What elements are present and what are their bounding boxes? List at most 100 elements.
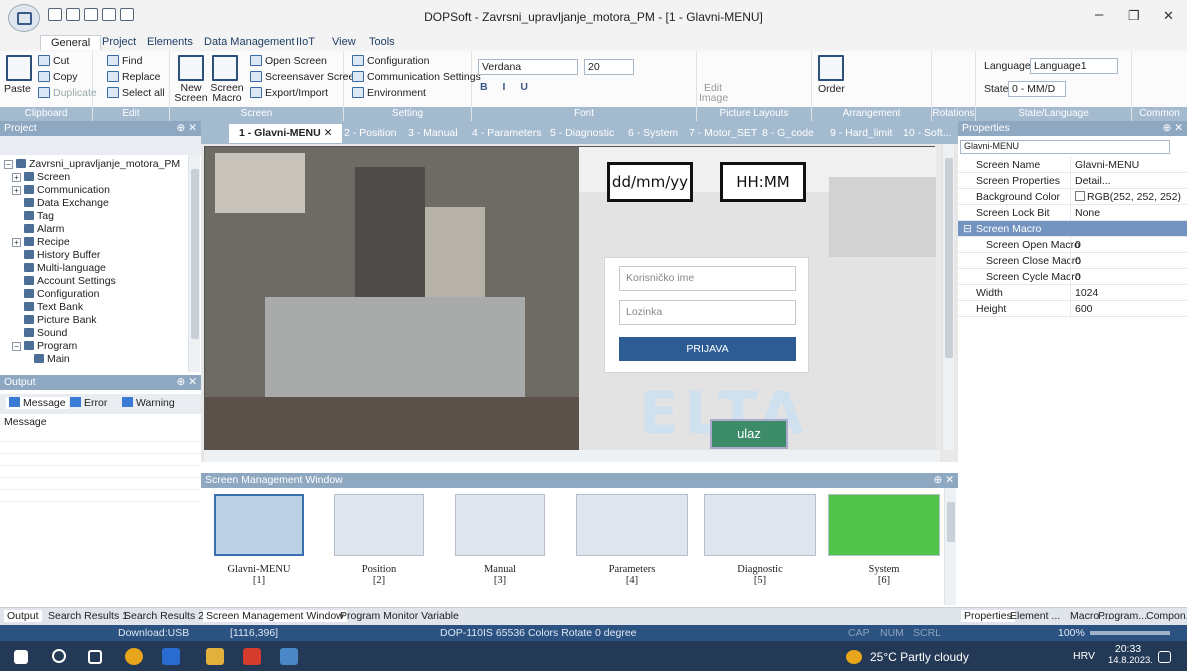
duplicate-button[interactable]: Duplicate bbox=[38, 87, 97, 99]
login-button[interactable]: PRIJAVA bbox=[619, 337, 796, 361]
property-row[interactable]: Background Color RGB(252, 252, 252) bbox=[958, 189, 1187, 205]
tree-item-alarm[interactable]: Alarm bbox=[24, 223, 64, 235]
close-button[interactable]: ✕ bbox=[1163, 8, 1174, 24]
tab-elements[interactable]: Elements bbox=[142, 35, 198, 49]
tab-view[interactable]: View bbox=[327, 35, 361, 49]
tab-properties[interactable]: Properties bbox=[961, 610, 1015, 622]
tab-general[interactable]: General bbox=[40, 35, 102, 50]
tab-parameters[interactable]: 4 - Parameters bbox=[467, 124, 546, 143]
state-select[interactable]: 0 - MM/D bbox=[1008, 81, 1066, 97]
canvas-vscroll[interactable] bbox=[942, 144, 954, 450]
tab-hard-limit[interactable]: 9 - Hard_limit bbox=[825, 124, 897, 143]
output-panel-controls[interactable]: ⊕ ✕ bbox=[176, 375, 197, 390]
dopsoft-taskbar-icon[interactable] bbox=[280, 648, 298, 665]
edit-image-button[interactable]: Edit Image bbox=[699, 83, 728, 104]
tab-g-code[interactable]: 8 - G_code bbox=[757, 124, 819, 143]
property-row[interactable]: Screen Name Glavni-MENU bbox=[958, 157, 1187, 173]
property-row[interactable]: Screen Open Macro 0 bbox=[958, 237, 1187, 253]
properties-controls[interactable]: ⊕ ✕ bbox=[1162, 121, 1183, 136]
search-icon[interactable] bbox=[52, 649, 66, 663]
property-row[interactable]: Screen Lock Bit None bbox=[958, 205, 1187, 221]
tree-item-tag[interactable]: Tag bbox=[24, 210, 54, 222]
order-icon[interactable] bbox=[818, 55, 844, 81]
tree-item-picture-bank[interactable]: Picture Bank bbox=[24, 314, 97, 326]
tree-item-recipe[interactable]: + Recipe bbox=[12, 236, 70, 248]
property-value[interactable]: 0 bbox=[1070, 269, 1187, 285]
select-all-button[interactable]: Select all bbox=[107, 87, 165, 99]
tab-position[interactable]: 2 - Position bbox=[339, 124, 402, 143]
environment-button[interactable]: Environment bbox=[352, 87, 426, 99]
object-select[interactable]: Glavni-MENU bbox=[960, 140, 1170, 154]
screen-macro-button[interactable]: Screen Macro bbox=[210, 83, 244, 104]
tab-soft-limit[interactable]: 10 - Soft... bbox=[898, 124, 956, 143]
tab-output[interactable]: Output bbox=[4, 610, 42, 622]
new-screen-button[interactable]: New Screen bbox=[174, 83, 208, 104]
warning-filter[interactable]: Warning bbox=[122, 397, 175, 409]
communication-settings-button[interactable]: Communication Settings bbox=[352, 71, 481, 83]
password-field[interactable]: Lozinka bbox=[619, 300, 796, 325]
property-value[interactable]: Detail... bbox=[1070, 173, 1187, 189]
tab-component[interactable]: Compon... bbox=[1146, 610, 1187, 622]
smw-controls[interactable]: ⊕ ✕ bbox=[933, 473, 954, 488]
tab-tools[interactable]: Tools bbox=[364, 35, 400, 49]
canvas-hscroll[interactable] bbox=[205, 450, 940, 462]
cnc-machine-photo[interactable] bbox=[205, 147, 579, 451]
font-family-select[interactable]: Verdana bbox=[478, 59, 578, 75]
minimize-button[interactable]: – bbox=[1095, 6, 1103, 23]
configuration-button[interactable]: Configuration bbox=[352, 55, 429, 67]
property-value[interactable]: 0 bbox=[1070, 237, 1187, 253]
property-row[interactable]: Width 1024 bbox=[958, 285, 1187, 301]
tab-manual[interactable]: 3 - Manual bbox=[403, 124, 463, 143]
open-screen-button[interactable]: Open Screen bbox=[250, 55, 327, 67]
tree-item-history-buffer[interactable]: History Buffer bbox=[24, 249, 100, 261]
property-row[interactable]: Screen Close Macro 0 bbox=[958, 253, 1187, 269]
find-button[interactable]: Find bbox=[107, 55, 142, 67]
tab-screen-management[interactable]: Screen Management Window bbox=[203, 610, 347, 622]
property-row[interactable]: Screen Cycle Macro 0 bbox=[958, 269, 1187, 285]
property-value[interactable]: 0 bbox=[1070, 253, 1187, 269]
username-field[interactable]: Korisničko ime bbox=[619, 266, 796, 291]
property-value[interactable]: None bbox=[1070, 205, 1187, 221]
tab-program[interactable]: Program... bbox=[1098, 610, 1147, 622]
hmi-screen[interactable]: ELTA dd/mm/yy HH:MM Korisničko ime Lozin… bbox=[204, 146, 936, 451]
tree-item-data-exchange[interactable]: Data Exchange bbox=[24, 197, 109, 209]
start-icon[interactable] bbox=[14, 650, 28, 664]
project-tree-scrollbar[interactable] bbox=[188, 155, 200, 372]
cut-button[interactable]: Cut bbox=[38, 55, 69, 67]
property-section[interactable]: ⊟ Screen Macro bbox=[958, 221, 1187, 237]
clock[interactable]: 20:33 14.8.2023. bbox=[1108, 643, 1153, 666]
zoom-slider[interactable] bbox=[1090, 631, 1170, 635]
tab-data-management[interactable]: Data Management bbox=[199, 35, 300, 49]
input-language[interactable]: HRV bbox=[1073, 650, 1095, 662]
weather-text[interactable]: 25°C Partly cloudy bbox=[870, 650, 969, 664]
tree-item-main[interactable]: Main bbox=[34, 353, 70, 365]
property-value[interactable]: 600 bbox=[1070, 301, 1187, 317]
tab-search-results-2[interactable]: Search Results 2 bbox=[124, 610, 204, 622]
copy-button[interactable]: Copy bbox=[38, 71, 78, 83]
file-explorer-icon[interactable] bbox=[206, 648, 224, 665]
tab-system[interactable]: 6 - System bbox=[623, 124, 683, 143]
export-import-button[interactable]: Export/Import bbox=[250, 87, 328, 99]
enter-button[interactable]: ulaz bbox=[710, 419, 788, 449]
time-display[interactable]: HH:MM bbox=[720, 162, 806, 202]
task-view-icon[interactable] bbox=[88, 650, 102, 664]
tab-project[interactable]: Project bbox=[97, 35, 141, 49]
screen-macro-icon[interactable] bbox=[212, 55, 238, 81]
tree-item-configuration[interactable]: Configuration bbox=[24, 288, 99, 300]
property-value[interactable]: Glavni-MENU bbox=[1070, 157, 1187, 173]
font-style-buttons[interactable]: B I U bbox=[480, 81, 534, 93]
property-value[interactable]: 1024 bbox=[1070, 285, 1187, 301]
new-screen-icon[interactable] bbox=[178, 55, 204, 81]
paste-button[interactable]: Paste bbox=[4, 83, 31, 95]
font-size-select[interactable]: 20 bbox=[584, 59, 634, 75]
message-filter[interactable]: Message bbox=[6, 397, 69, 409]
property-row[interactable]: Height 600 bbox=[958, 301, 1187, 317]
notification-icon[interactable] bbox=[1158, 651, 1171, 663]
chrome-icon[interactable] bbox=[125, 648, 143, 665]
tab-glavni-menu[interactable]: 1 - Glavni-MENU ✕ bbox=[229, 124, 343, 143]
project-panel-controls[interactable]: ⊕ ✕ bbox=[176, 121, 197, 136]
tree-item-multi-language[interactable]: Multi-language bbox=[24, 262, 106, 274]
screen-thumbnail[interactable] bbox=[214, 494, 304, 556]
property-value[interactable]: RGB(252, 252, 252) bbox=[1070, 189, 1187, 205]
property-row[interactable]: Screen Properties Detail... bbox=[958, 173, 1187, 189]
